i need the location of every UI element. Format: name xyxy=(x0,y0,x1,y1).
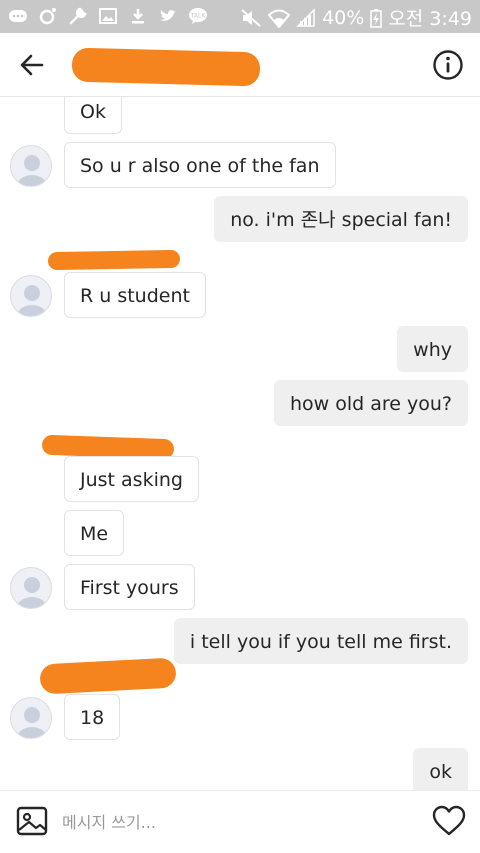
incoming-message: Just asking xyxy=(64,456,199,502)
message-bubble[interactable]: ok xyxy=(413,748,468,790)
redacted-sender-name xyxy=(39,657,177,695)
user-silhouette-icon xyxy=(17,285,47,316)
chat-header xyxy=(0,33,480,97)
outgoing-message: why xyxy=(397,326,468,372)
message-input[interactable] xyxy=(62,808,402,836)
redacted-sender-name xyxy=(47,249,181,271)
battery-percent: 40% xyxy=(322,6,365,29)
outgoing-message: ok xyxy=(413,748,468,790)
avatar[interactable] xyxy=(10,567,52,609)
battery-icon xyxy=(370,8,383,28)
message-bubble[interactable]: R u student xyxy=(64,272,206,318)
notification-icons: TALK xyxy=(8,7,208,25)
image-icon xyxy=(99,8,117,24)
image-icon[interactable] xyxy=(16,805,48,837)
message-bubble[interactable]: 18 xyxy=(64,694,121,740)
incoming-message: So u r also one of the fan xyxy=(64,142,336,188)
user-silhouette-icon xyxy=(17,707,47,738)
wifi-icon xyxy=(268,9,291,28)
ring-icon xyxy=(39,8,56,25)
message-bubble[interactable]: why xyxy=(397,326,468,372)
arrow-left-icon[interactable] xyxy=(16,49,48,81)
incoming-message: Me xyxy=(64,510,125,556)
message-bubble[interactable]: Ok xyxy=(64,97,122,134)
talk-icon: TALK xyxy=(189,8,207,24)
avatar[interactable] xyxy=(10,697,52,739)
avatar[interactable] xyxy=(10,275,52,317)
heart-icon[interactable] xyxy=(432,805,466,837)
user-silhouette-icon xyxy=(17,155,47,186)
message-bubble[interactable]: Just asking xyxy=(64,456,199,502)
incoming-message: Ok xyxy=(64,97,122,134)
avatar[interactable] xyxy=(10,145,52,187)
clock: 오전 3:49 xyxy=(388,8,472,30)
outgoing-message: i tell you if you tell me first. xyxy=(173,618,468,664)
wrench-icon xyxy=(69,7,87,25)
message-bubble[interactable]: So u r also one of the fan xyxy=(64,142,336,188)
outgoing-message: no. i'm 존나 special fan! xyxy=(214,196,468,242)
info-icon[interactable] xyxy=(432,49,464,81)
message-bubble[interactable]: i tell you if you tell me first. xyxy=(173,618,468,664)
message-composer xyxy=(0,790,480,853)
outgoing-message: how old are you? xyxy=(273,380,468,426)
redacted-username[interactable] xyxy=(71,47,261,87)
svg-text:TALK: TALK xyxy=(190,13,207,20)
mute-icon xyxy=(241,8,261,27)
chat-icon xyxy=(9,10,27,22)
download-icon xyxy=(132,9,144,24)
message-thread[interactable]: Ok So u r also one of the fan no. i'm 존나… xyxy=(0,97,480,790)
signal-icon xyxy=(296,7,315,27)
message-bubble[interactable]: no. i'm 존나 special fan! xyxy=(214,196,468,242)
incoming-message: R u student xyxy=(64,272,206,318)
user-silhouette-icon xyxy=(17,577,47,608)
message-bubble[interactable]: how old are you? xyxy=(273,380,468,426)
message-bubble[interactable]: First yours xyxy=(64,564,195,610)
status-bar: TALK 40% 오전 3:49 xyxy=(0,0,480,33)
incoming-message: First yours xyxy=(64,564,195,610)
incoming-message: 18 xyxy=(64,694,121,740)
message-bubble[interactable]: Me xyxy=(64,510,125,556)
system-indicators: 40% 오전 3:49 xyxy=(240,4,472,31)
twitter-icon xyxy=(160,10,176,21)
